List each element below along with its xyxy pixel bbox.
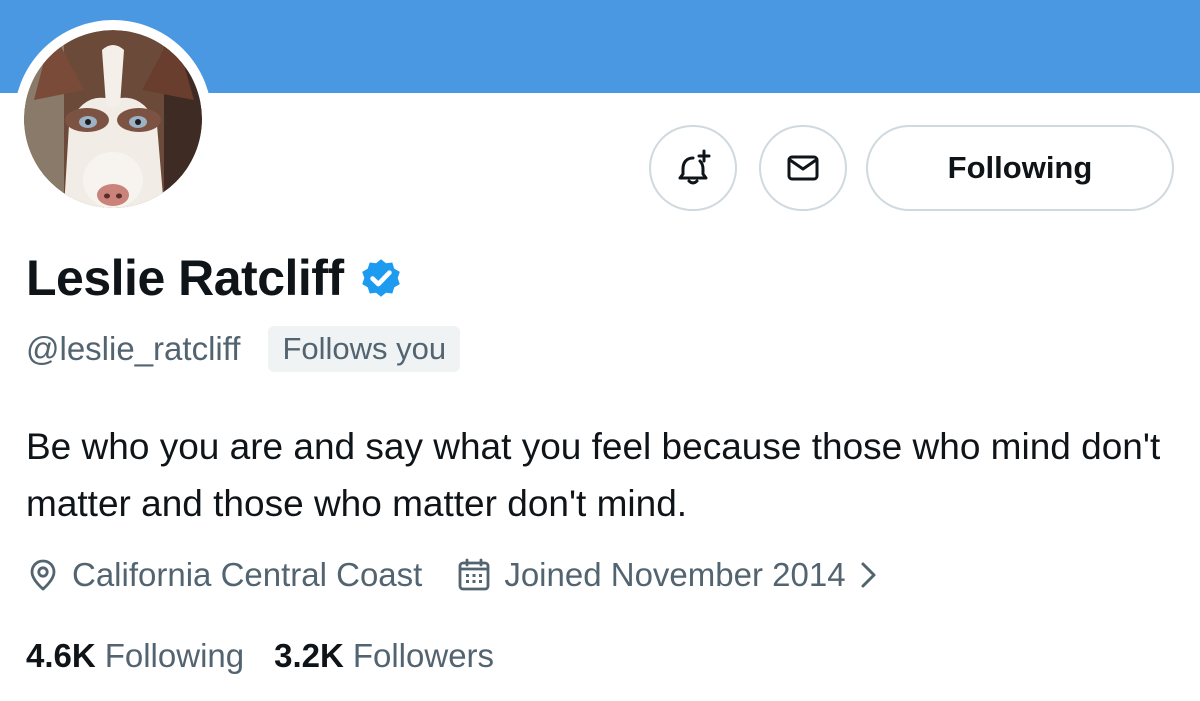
follows-you-badge: Follows you bbox=[268, 326, 461, 372]
location-pin-icon bbox=[30, 559, 56, 591]
chevron-right-icon bbox=[861, 562, 876, 588]
notifications-button[interactable] bbox=[649, 125, 737, 211]
followers-stat-link[interactable]: 3.2K Followers bbox=[274, 633, 494, 679]
handle-row: @leslie_ratcliff Follows you bbox=[26, 326, 461, 372]
followers-count: 3.2K bbox=[274, 637, 344, 674]
display-name-row: Leslie Ratcliff bbox=[26, 248, 404, 308]
following-count: 4.6K bbox=[26, 637, 96, 674]
profile-bio: Be who you are and say what you feel bec… bbox=[26, 426, 1161, 524]
avatar-husky-image bbox=[24, 30, 202, 208]
joined-item[interactable]: Joined November 2014 bbox=[456, 552, 891, 598]
envelope-icon bbox=[787, 155, 819, 181]
following-stat-link[interactable]: 4.6K Following bbox=[26, 633, 244, 679]
message-button[interactable] bbox=[759, 125, 847, 211]
bell-plus-icon bbox=[678, 149, 711, 185]
follow-stats-row: 4.6K Following 3.2K Followers bbox=[26, 633, 494, 679]
avatar[interactable] bbox=[14, 20, 212, 218]
followers-label: Followers bbox=[352, 637, 495, 674]
joined-text: Joined November 2014 bbox=[504, 556, 846, 593]
display-name: Leslie Ratcliff bbox=[26, 250, 344, 306]
location-text: California Central Coast bbox=[72, 556, 423, 593]
calendar-icon bbox=[458, 558, 490, 591]
verified-badge-icon[interactable] bbox=[358, 255, 404, 301]
location-item: California Central Coast bbox=[26, 552, 422, 598]
following-label: Following bbox=[104, 637, 245, 674]
user-handle: @leslie_ratcliff bbox=[26, 330, 241, 367]
following-button[interactable]: Following bbox=[866, 125, 1174, 211]
profile-meta-row: California Central Coast Joined November… bbox=[26, 552, 892, 598]
